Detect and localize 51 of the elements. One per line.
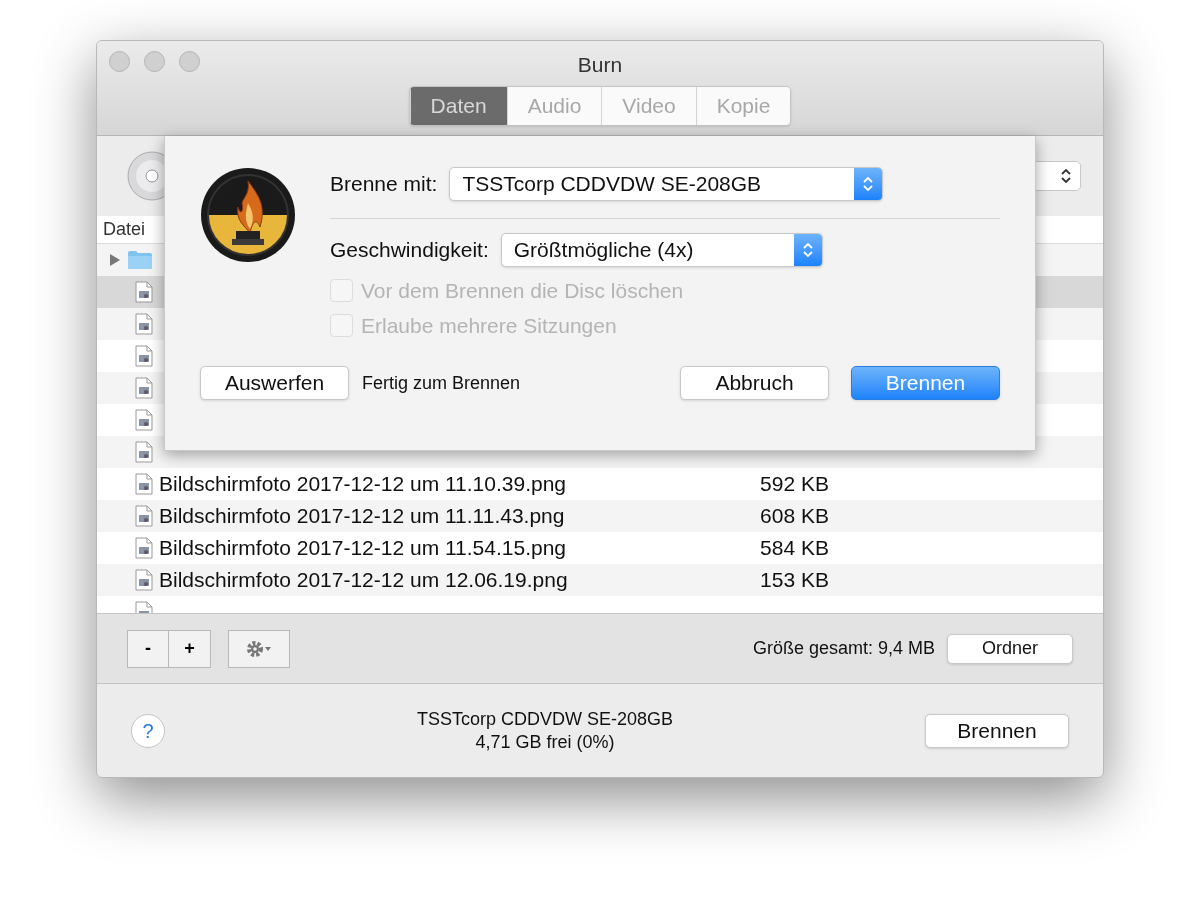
status-text: Fertig zum Brennen bbox=[362, 371, 521, 395]
speed-label: Geschwindigkeit: bbox=[330, 237, 489, 264]
image-file-icon bbox=[135, 313, 153, 335]
window-title: Burn bbox=[577, 52, 623, 78]
remove-button[interactable]: - bbox=[127, 629, 169, 668]
file-row[interactable]: Bildschirmfoto 2017-12-12 um 11.11.43.png 608 KB bbox=[97, 500, 1103, 532]
file-row[interactable]: Bildschirmfoto 2017-12-12 um 12.06.19.png 153 KB bbox=[97, 564, 1103, 596]
column-header[interactable]: Datei bbox=[103, 216, 146, 243]
file-size: 584 KB bbox=[759, 535, 829, 562]
file-size: 608 KB bbox=[759, 503, 829, 530]
image-file-icon bbox=[135, 377, 153, 399]
disclosure-triangle-icon[interactable] bbox=[109, 253, 121, 267]
checkbox-label: Erlaube mehrere Sitzungen bbox=[361, 312, 617, 339]
free-space: 4,71 GB frei (0%) bbox=[475, 730, 615, 754]
help-button[interactable]: ? bbox=[131, 713, 165, 748]
image-file-icon bbox=[135, 473, 153, 495]
folder-icon bbox=[127, 250, 153, 270]
file-name: Bildschirmfoto 2017-12-12 um 11.10.39.png bbox=[159, 471, 568, 498]
image-file-icon bbox=[135, 537, 153, 559]
up-down-chevron-icon bbox=[1060, 167, 1072, 185]
window-control-button[interactable] bbox=[144, 51, 165, 72]
burner-label: Brenne mit: bbox=[330, 171, 438, 198]
image-file-icon bbox=[135, 409, 153, 431]
settings-icon bbox=[246, 639, 272, 658]
window-control-button[interactable] bbox=[179, 51, 200, 72]
file-size: 153 KB bbox=[759, 567, 829, 594]
burn-button[interactable]: Brennen bbox=[925, 713, 1069, 748]
speed-popup[interactable]: Größtmögliche (4x) bbox=[500, 233, 823, 267]
image-file-icon bbox=[135, 345, 153, 367]
cancel-button[interactable]: Abbruch bbox=[680, 366, 829, 400]
gear-menu-button[interactable] bbox=[228, 629, 290, 668]
file-size: 592 KB bbox=[759, 471, 829, 498]
burner-popup[interactable]: TSSTcorp CDDVDW SE-208GB bbox=[449, 167, 884, 201]
image-file-icon bbox=[135, 569, 153, 591]
checkbox-label: Vor dem Brennen die Disc löschen bbox=[361, 277, 684, 304]
file-name: Bildschirmfoto 2017-12-12 um 11.54.15.png bbox=[159, 535, 568, 562]
window-control-button[interactable] bbox=[109, 51, 130, 72]
burn-logo-icon bbox=[200, 167, 296, 263]
up-down-chevron-icon bbox=[801, 241, 814, 259]
image-file-icon bbox=[135, 281, 153, 303]
add-button[interactable]: + bbox=[169, 629, 211, 668]
tab[interactable]: Daten bbox=[409, 86, 507, 125]
drive-name: TSSTcorp CDDVDW SE-208GB bbox=[416, 707, 674, 731]
eject-button[interactable]: Auswerfen bbox=[200, 366, 349, 400]
file-name: Bildschirmfoto 2017-12-12 um 12.06.19.png bbox=[159, 567, 569, 594]
folder-button[interactable]: Ordner bbox=[947, 633, 1073, 664]
up-down-chevron-icon bbox=[862, 175, 875, 193]
file-name: Bildschirmfoto 2017-12-12 um 11.11.43.png bbox=[159, 503, 566, 530]
image-file-icon bbox=[135, 505, 153, 527]
image-file-icon bbox=[135, 441, 153, 463]
total-size-label: Größe gesamt: 9,4 MB bbox=[752, 637, 935, 660]
